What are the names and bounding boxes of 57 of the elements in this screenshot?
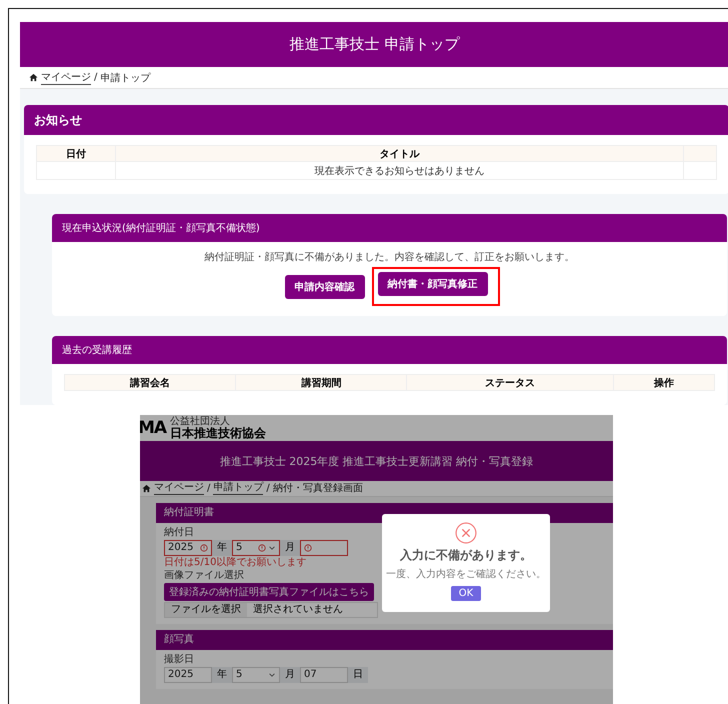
column-header: 操作 <box>613 374 714 390</box>
breadcrumb-current: 納付・写真登録画面 <box>272 482 363 494</box>
action-button[interactable]: 納付書・顔写真修正 <box>378 272 488 296</box>
column-header: タイトル <box>116 146 684 162</box>
unit-label: 日 <box>348 667 368 683</box>
column-header: ステータス <box>406 374 614 390</box>
column-header: 日付 <box>36 146 116 162</box>
input-field[interactable]: 2025 <box>164 540 212 556</box>
field-label: 納付日 <box>164 527 194 539</box>
input-field[interactable] <box>300 540 348 556</box>
breadcrumb-link[interactable]: マイページ <box>41 70 91 85</box>
org-type: 公益社団法人 <box>170 417 232 427</box>
file-status: 選択されていません <box>252 603 344 617</box>
choose-file-button[interactable]: ファイルを選択 <box>165 603 247 617</box>
action-button[interactable]: 申請内容確認 <box>284 274 364 298</box>
card-title: お知らせ <box>34 112 82 128</box>
input-field[interactable]: 2025 <box>164 667 212 683</box>
select-field[interactable]: 5 <box>232 540 280 556</box>
caret-icon <box>268 544 276 552</box>
error-icon <box>455 522 477 544</box>
page-title: 推進工事技士 申請トップ <box>290 35 460 54</box>
breadcrumb-link[interactable]: マイページ <box>154 482 204 495</box>
ok-button[interactable]: OK <box>450 586 482 601</box>
file-input[interactable]: ファイルを選択 選択されていません <box>164 602 378 618</box>
card-title: 顔写真 <box>164 634 194 646</box>
home-icon <box>142 484 151 493</box>
card-title: 過去の受講履歴 <box>62 344 132 357</box>
select-field[interactable]: 5 <box>232 667 280 683</box>
card-title: 現在申込状況(納付証明証・顔写真不備状態) <box>62 222 260 235</box>
status-message: 納付証明証・顔写真に不備がありました。内容を確認して、訂正をお願いします。 <box>204 250 574 264</box>
column-header: 講習会名 <box>64 374 236 390</box>
unit-label: 年 <box>212 540 232 556</box>
org-name: 日本推進技術協会 <box>170 427 266 439</box>
breadcrumb-link[interactable]: 申請トップ <box>213 482 264 495</box>
input-field[interactable]: 07 <box>300 667 348 683</box>
column-header: 講習期間 <box>236 374 407 390</box>
unit-label: 年 <box>212 667 232 683</box>
breadcrumb-separator: / <box>266 482 270 494</box>
error-message: 日付は5/10以降でお願いします <box>164 557 306 569</box>
registered-files-button[interactable]: 登録済みの納付証明書写真ファイルはこちら <box>164 583 374 601</box>
table-cell: 現在表示できるお知らせはありません <box>116 162 684 180</box>
field-label: 画像ファイル選択 <box>164 570 244 582</box>
error-icon <box>200 544 208 552</box>
card-title: 納付証明書 <box>164 507 214 519</box>
dialog-title: 入力に不備があります。 <box>400 547 532 564</box>
field-label: 撮影日 <box>164 654 194 666</box>
page-title: 推進工事技士 2025年度 推進工事技士更新講習 納付・写真登録 <box>220 454 534 468</box>
error-icon <box>258 544 266 552</box>
unit-label: 月 <box>280 667 300 683</box>
caret-icon <box>268 671 276 679</box>
breadcrumb-separator: / <box>94 72 98 83</box>
error-icon <box>304 544 312 552</box>
breadcrumb-current: 申請トップ <box>100 72 150 84</box>
dialog-message: 一度、入力内容をご確認ください。 <box>386 568 546 581</box>
unit-label: 月 <box>280 540 300 556</box>
breadcrumb-separator: / <box>207 482 210 494</box>
home-icon <box>29 73 38 82</box>
